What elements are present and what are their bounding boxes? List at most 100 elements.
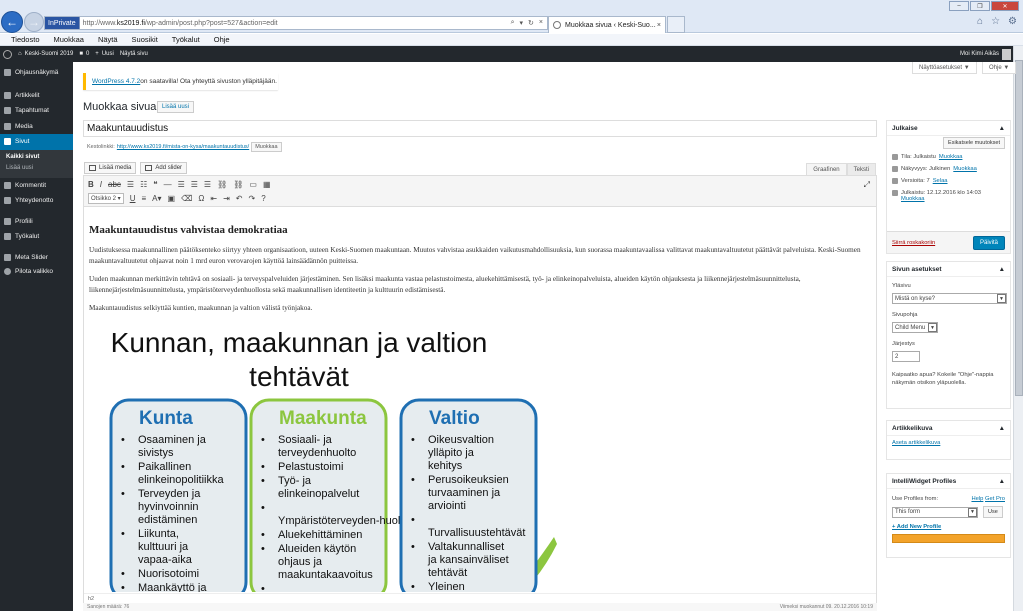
intelliwidget-help-link[interactable]: Help <box>971 496 983 502</box>
admin-bar-user[interactable]: Moi Kimi Aikäs <box>960 48 1011 60</box>
read-more-icon[interactable]: ▭ <box>249 180 257 189</box>
collapse-arrow-icon[interactable]: ▲ <box>999 125 1005 132</box>
trash-link[interactable]: Siirrä roskakoriin <box>892 240 935 246</box>
text-color-icon[interactable]: A▾ <box>152 194 161 203</box>
justify-icon[interactable]: ≡ <box>141 194 146 203</box>
wordpress-logo-icon[interactable] <box>3 49 12 59</box>
add-new-profile-link[interactable]: + Add New Profile <box>892 524 941 530</box>
tab-close-icon[interactable]: × <box>657 22 661 29</box>
edit-permalink-button[interactable]: Muokkaa <box>251 142 282 152</box>
bullet-list-icon[interactable]: ☰ <box>127 180 134 189</box>
editor-content[interactable]: Maakuntauudistus vahvistaa demokratiaa U… <box>84 208 876 594</box>
help-button[interactable]: Ohje ▼ <box>982 62 1017 74</box>
unlink-icon[interactable]: ⛓ <box>233 180 243 189</box>
home-icon[interactable]: ⌂ <box>977 16 983 27</box>
close-window-button[interactable]: ✕ <box>991 1 1019 11</box>
profile-source-select[interactable]: This form ▼ <box>892 506 978 518</box>
redo-icon[interactable]: ↷ <box>248 194 255 203</box>
outdent-icon[interactable]: ⇤ <box>210 194 217 203</box>
italic-icon[interactable]: I <box>100 180 102 189</box>
admin-bar-comments[interactable]: ■ 0 <box>79 51 89 57</box>
order-input[interactable]: 2 <box>892 351 920 362</box>
address-bar[interactable]: InPrivate http://www.ks2019.fi/wp-admin/… <box>44 16 548 30</box>
strikethrough-icon[interactable]: abc <box>108 180 121 189</box>
paste-text-icon[interactable]: ▣ <box>168 194 176 203</box>
post-title-input[interactable]: Maakuntauudistus <box>83 120 877 137</box>
scrollbar-thumb[interactable] <box>1015 60 1023 396</box>
undo-icon[interactable]: ↶ <box>236 194 243 203</box>
horizontal-line-icon[interactable]: — <box>164 180 172 189</box>
screen-options-button[interactable]: Näyttöasetukset ▼ <box>912 62 977 74</box>
use-button[interactable]: Use <box>983 506 1003 518</box>
toolbar-toggle-icon[interactable]: ▦ <box>263 180 271 189</box>
underline-icon[interactable]: U <box>130 194 136 203</box>
sidebar-item-contact[interactable]: Yhteydenotto <box>0 193 73 209</box>
back-button[interactable]: ← <box>1 11 23 33</box>
format-select[interactable]: Otsikko 2 ▾ <box>88 193 124 204</box>
sidebar-item-tools[interactable]: Työkalut <box>0 229 73 245</box>
set-featured-image-link[interactable]: Aseta artikkelikuva <box>892 440 940 446</box>
menu-suosikit[interactable]: Suosikit <box>132 35 158 44</box>
get-pro-link[interactable]: Get Pro <box>985 496 1005 502</box>
align-left-icon[interactable]: ☰ <box>178 180 185 189</box>
submenu-add-new[interactable]: Lisää uusi <box>0 163 73 174</box>
sidebar-item-dashboard[interactable]: Ohjausnäkymä <box>0 65 73 81</box>
collapse-arrow-icon[interactable]: ▲ <box>999 266 1005 273</box>
fullscreen-icon[interactable]: ⤢ <box>864 180 870 190</box>
sidebar-item-events[interactable]: Tapahtumat <box>0 103 73 119</box>
template-select[interactable]: Child Menu ▼ <box>892 322 938 333</box>
parent-select[interactable]: Mistä on kyse? ▼ <box>892 293 1007 304</box>
menu-tyokalut[interactable]: Työkalut <box>172 35 200 44</box>
indent-icon[interactable]: ⇥ <box>223 194 230 203</box>
sidebar-item-pages[interactable]: Sivut <box>0 134 73 150</box>
minimize-button[interactable]: – <box>949 1 969 11</box>
close-icon[interactable]: × <box>539 19 543 27</box>
collapse-arrow-icon[interactable]: ▲ <box>999 425 1005 432</box>
sidebar-item-comments[interactable]: Kommentit <box>0 178 73 194</box>
blockquote-icon[interactable]: ❝ <box>153 180 157 189</box>
special-character-icon[interactable]: Ω <box>198 194 204 203</box>
infographic-image[interactable]: Kunnan, maakunnan ja valtion tehtävät Ku… <box>89 322 559 594</box>
browser-tab[interactable]: Muokkaa sivua ‹ Keski-Suo... × <box>548 16 666 33</box>
forward-button[interactable]: → <box>24 12 44 32</box>
sidebar-item-profile[interactable]: Profiili <box>0 214 73 230</box>
bold-icon[interactable]: B <box>88 180 94 189</box>
edit-visibility-link[interactable]: Muokkaa <box>953 166 977 172</box>
update-button[interactable]: Päivitä <box>972 235 1005 250</box>
search-icon[interactable]: ⌕ <box>511 19 515 27</box>
permalink-url[interactable]: http://www.ks2019.fi/mista-on-kysa/maaku… <box>117 144 249 150</box>
help-icon[interactable]: ? <box>261 194 265 203</box>
sidebar-item-media[interactable]: Media <box>0 119 73 135</box>
sidebar-item-meta-slider[interactable]: Meta Slider <box>0 250 73 266</box>
admin-bar-site[interactable]: ⌂ Keski-Suomi 2019 <box>18 51 73 57</box>
profile-tab-bar[interactable] <box>892 534 1005 543</box>
sidebar-item-articles[interactable]: Artikkelit <box>0 88 73 104</box>
numbered-list-icon[interactable]: ☷ <box>140 180 147 189</box>
align-right-icon[interactable]: ☰ <box>204 180 211 189</box>
sidebar-collapse[interactable]: Pilota valikko <box>0 265 73 277</box>
refresh-icon[interactable]: ↻ <box>528 19 534 27</box>
edit-date-link[interactable]: Muokkaa <box>901 196 925 202</box>
menu-tiedosto[interactable]: Tiedosto <box>11 35 40 44</box>
add-media-button[interactable]: Lisää media <box>84 162 137 174</box>
admin-bar-new[interactable]: + Uusi <box>95 51 114 57</box>
favorites-star-icon[interactable]: ☆ <box>991 16 1000 27</box>
link-icon[interactable]: ⛓ <box>217 180 227 189</box>
collapse-arrow-icon[interactable]: ▲ <box>999 478 1005 485</box>
browse-revisions-link[interactable]: Selaa <box>933 178 948 184</box>
add-new-button[interactable]: Lisää uusi <box>157 101 195 113</box>
admin-bar-view-page[interactable]: Näytä sivu <box>120 51 148 57</box>
align-center-icon[interactable]: ☰ <box>191 180 198 189</box>
submenu-all-pages[interactable]: Kaikki sivut <box>0 152 73 163</box>
add-slider-button[interactable]: Add slider <box>140 162 188 174</box>
wordpress-update-link[interactable]: WordPress 4.7.2 <box>92 78 140 85</box>
edit-status-link[interactable]: Muokkaa <box>939 154 963 160</box>
menu-muokkaa[interactable]: Muokkaa <box>54 35 84 44</box>
preview-changes-button[interactable]: Esikatsele muutokset <box>943 137 1005 149</box>
dropdown-icon[interactable]: ▾ <box>520 19 524 27</box>
menu-ohje[interactable]: Ohje <box>214 35 230 44</box>
settings-gear-icon[interactable]: ⚙ <box>1008 16 1017 27</box>
page-scrollbar[interactable] <box>1013 46 1023 611</box>
clear-formatting-icon[interactable]: ⌫ <box>181 194 192 203</box>
new-tab-button[interactable] <box>667 16 685 33</box>
